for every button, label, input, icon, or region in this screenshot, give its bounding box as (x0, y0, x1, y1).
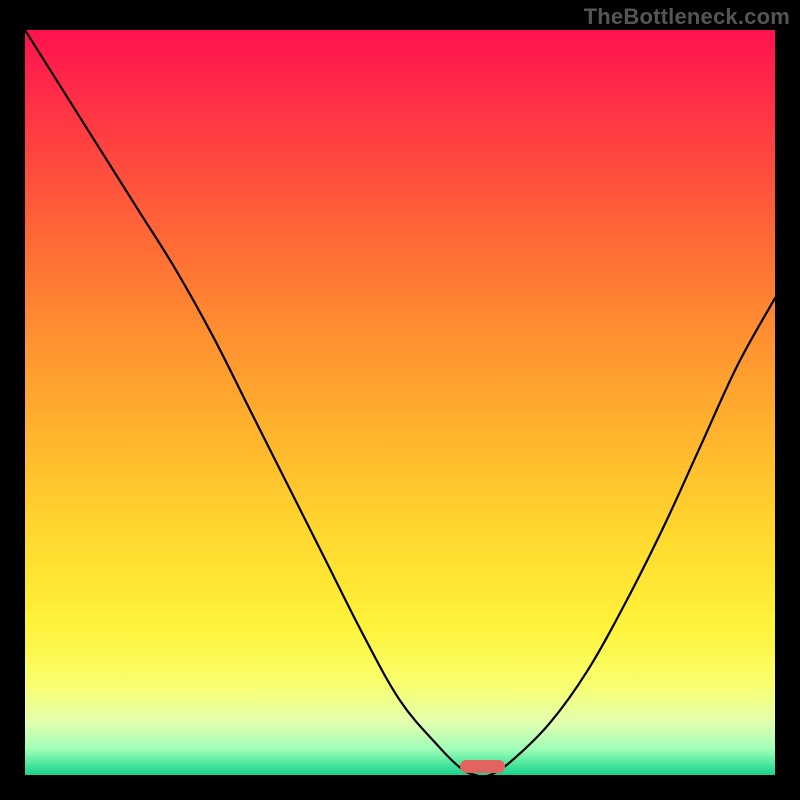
chart-container: TheBottleneck.com (0, 0, 800, 800)
gradient-background (25, 30, 775, 775)
optimal-marker (460, 760, 505, 773)
chart-svg (25, 30, 775, 775)
watermark-text: TheBottleneck.com (584, 4, 790, 30)
plot-area (25, 30, 775, 775)
